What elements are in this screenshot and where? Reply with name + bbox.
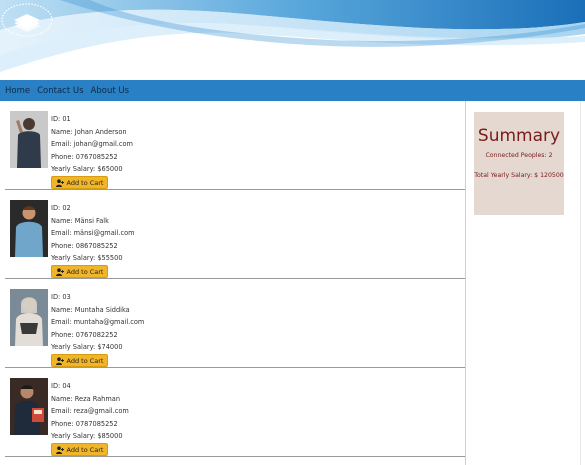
- employee-name: Name: Reza Rahman: [51, 394, 121, 403]
- employee-phone: Phone: 0787085252: [51, 419, 118, 428]
- total-yearly-salary: Total Yearly Salary: $ 120500: [474, 172, 564, 179]
- add-to-cart-button[interactable]: Add to Cart: [51, 443, 108, 456]
- employee-phone: Phone: 0767085252: [51, 152, 118, 161]
- employee-id: ID: 04: [51, 382, 71, 390]
- employee-info: ID: 01 Name: Johan Anderson Email: johan…: [51, 113, 133, 176]
- header-banner: [0, 0, 585, 80]
- add-to-cart-label: Add to Cart: [66, 356, 104, 365]
- user-plus-icon: [55, 445, 64, 454]
- employee-id: ID: 02: [51, 204, 71, 212]
- add-to-cart-label: Add to Cart: [66, 267, 104, 276]
- employee-info: ID: 02 Name: Mänsi Falk Email: mänsi@gma…: [51, 202, 135, 265]
- connected-peoples: Connected Peoples: 2: [485, 152, 553, 159]
- employee-name: Name: Muntaha Siddika: [51, 305, 130, 314]
- add-to-cart-button[interactable]: Add to Cart: [51, 176, 108, 189]
- right-divider: [580, 101, 581, 465]
- employee-phone: Phone: 0867085252: [51, 241, 118, 250]
- employee-email: Email: reza@gmail.com: [51, 407, 129, 416]
- employee-photo: [10, 289, 48, 346]
- page: Home Contact Us About Us ID: 01 Name: Jo…: [0, 0, 585, 465]
- wave-graphic: [0, 0, 585, 80]
- employee-salary: Yearly Salary: $65000: [51, 165, 123, 174]
- employee-list: ID: 01 Name: Johan Anderson Email: johan…: [5, 101, 466, 465]
- employee-salary: Yearly Salary: $55500: [51, 254, 123, 263]
- summary-panel: Summary Connected Peoples: 2 Total Yearl…: [474, 112, 564, 215]
- book-stack-logo: [1, 3, 53, 37]
- add-to-cart-label: Add to Cart: [66, 445, 104, 454]
- add-to-cart-button[interactable]: Add to Cart: [51, 354, 108, 367]
- employee-id: ID: 01: [51, 115, 71, 123]
- employee-email: Email: johan@gmail.com: [51, 140, 133, 149]
- top-navbar: Home Contact Us About Us: [0, 80, 585, 101]
- user-plus-icon: [55, 267, 64, 276]
- employee-email: Email: muntaha@gmail.com: [51, 318, 145, 327]
- employee-id: ID: 03: [51, 293, 71, 301]
- add-to-cart-label: Add to Cart: [66, 178, 104, 187]
- summary-title: Summary: [477, 126, 561, 146]
- employee-salary: Yearly Salary: $85000: [51, 432, 123, 441]
- employee-email: Email: mänsi@gmail.com: [51, 229, 135, 238]
- employee-card: ID: 01 Name: Johan Anderson Email: johan…: [5, 101, 465, 190]
- employee-name: Name: Johan Anderson: [51, 127, 127, 136]
- nav-about-us[interactable]: About Us: [91, 86, 129, 96]
- employee-photo: [10, 378, 48, 435]
- nav-contact-us[interactable]: Contact Us: [37, 86, 83, 96]
- employee-photo: [10, 111, 48, 168]
- employee-card: ID: 03 Name: Muntaha Siddika Email: munt…: [5, 279, 465, 368]
- employee-card: ID: 04 Name: Reza Rahman Email: reza@gma…: [5, 368, 465, 457]
- employee-card: ID: 02 Name: Mänsi Falk Email: mänsi@gma…: [5, 190, 465, 279]
- user-plus-icon: [55, 356, 64, 365]
- employee-info: ID: 03 Name: Muntaha Siddika Email: munt…: [51, 291, 144, 354]
- employee-phone: Phone: 0767082252: [51, 330, 118, 339]
- employee-salary: Yearly Salary: $74000: [51, 343, 123, 352]
- nav-home[interactable]: Home: [5, 86, 30, 96]
- employee-photo: [10, 200, 48, 257]
- main-content: ID: 01 Name: Johan Anderson Email: johan…: [0, 101, 585, 465]
- employee-name: Name: Mänsi Falk: [51, 216, 109, 225]
- employee-info: ID: 04 Name: Reza Rahman Email: reza@gma…: [51, 380, 129, 443]
- add-to-cart-button[interactable]: Add to Cart: [51, 265, 108, 278]
- user-plus-icon: [55, 178, 64, 187]
